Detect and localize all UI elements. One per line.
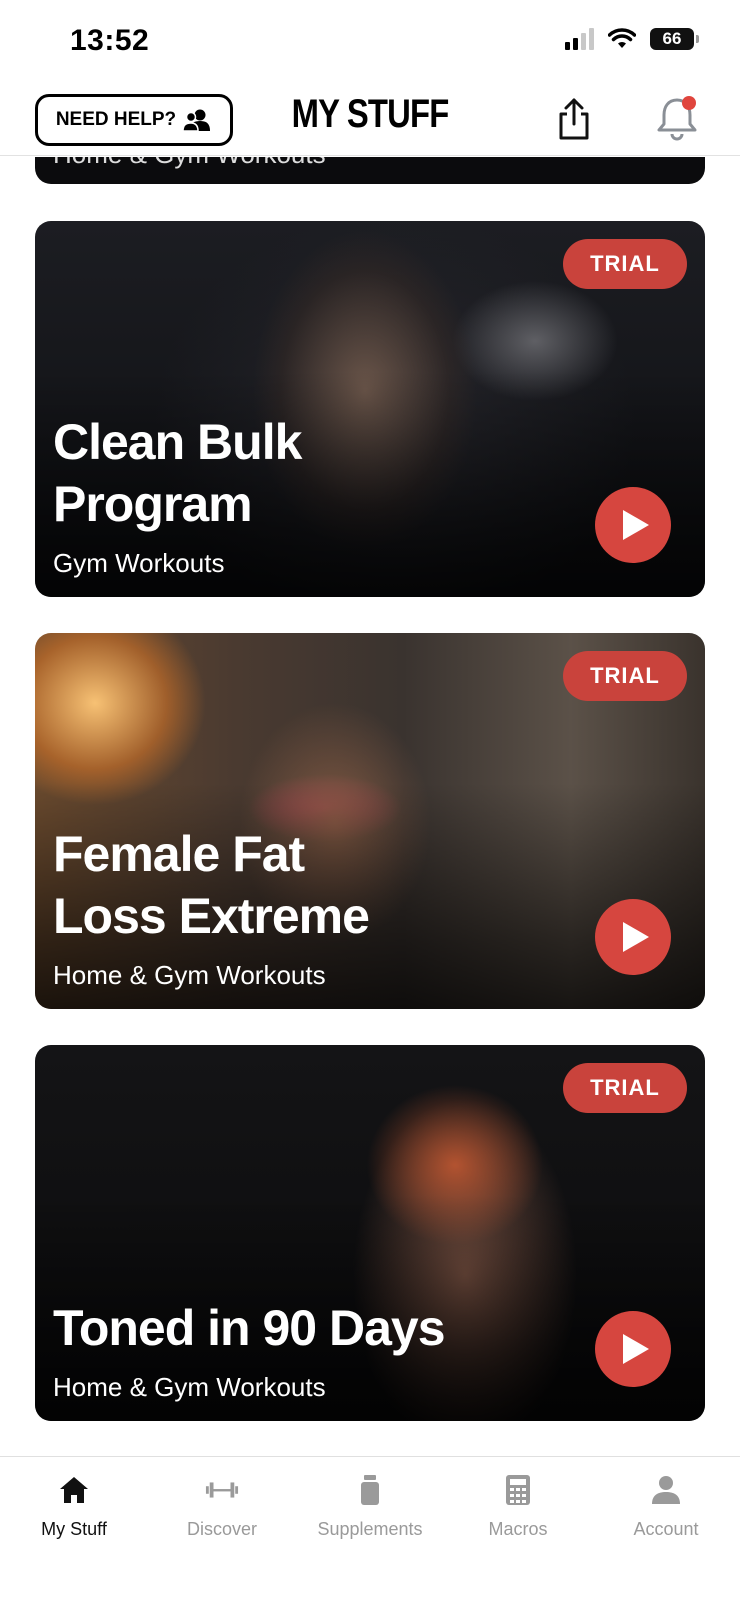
card-subtitle: Home & Gym Workouts — [53, 1372, 326, 1402]
support-people-icon — [182, 109, 211, 132]
trial-badge: TRIAL — [563, 1063, 687, 1113]
calculator-icon — [501, 1473, 535, 1507]
tab-macros[interactable]: Macros — [444, 1457, 592, 1600]
program-card-clean-bulk[interactable]: TRIAL Clean Bulk Program Gym Workouts — [35, 221, 705, 597]
cellular-signal-icon — [565, 28, 594, 50]
program-card-toned-90-days[interactable]: TRIAL Toned in 90 Days Home & Gym Workou… — [35, 1045, 705, 1421]
tab-label: Discover — [186, 1519, 257, 1539]
trial-badge: TRIAL — [563, 239, 687, 289]
card-title: Clean Bulk Program — [53, 414, 302, 532]
trial-badge: TRIAL — [563, 651, 687, 701]
card-subtitle: Gym Workouts — [53, 548, 225, 578]
card-title: Female Fat Loss Extreme — [53, 826, 370, 944]
tab-account[interactable]: Account — [592, 1457, 740, 1600]
play-button[interactable] — [595, 1311, 671, 1387]
home-icon — [57, 1473, 91, 1507]
program-list: Home & Gym Workouts TRIAL Clean Bulk Pro… — [0, 157, 740, 1457]
notifications-button[interactable] — [654, 94, 700, 142]
need-help-button[interactable]: NEED HELP? — [35, 94, 233, 146]
play-icon — [623, 922, 649, 952]
app-header: MY STUFF NEED HELP? — [0, 84, 740, 156]
battery-indicator: 66 — [650, 28, 699, 50]
status-time: 13:52 — [70, 24, 150, 57]
card-subtitle: Home & Gym Workouts — [53, 157, 326, 170]
play-button[interactable] — [595, 899, 671, 975]
program-card-partial[interactable]: Home & Gym Workouts — [35, 157, 705, 184]
tab-my-stuff[interactable]: My Stuff — [0, 1457, 148, 1600]
status-icons: 66 — [565, 28, 699, 50]
wifi-icon — [608, 28, 636, 48]
tab-label: Macros — [488, 1519, 548, 1539]
person-icon — [649, 1473, 683, 1507]
bottom-tab-bar: My Stuff Discover Supplements Macros Acc… — [0, 1456, 740, 1600]
tab-supplements[interactable]: Supplements — [296, 1457, 444, 1600]
program-card-female-fat-loss[interactable]: TRIAL Female Fat Loss Extreme Home & Gym… — [35, 633, 705, 1009]
notification-badge-dot — [682, 96, 696, 110]
tab-discover[interactable]: Discover — [148, 1457, 296, 1600]
tab-label: Supplements — [317, 1519, 423, 1539]
play-button[interactable] — [595, 487, 671, 563]
tab-label: Account — [633, 1519, 699, 1539]
status-bar: 13:52 66 — [0, 0, 740, 84]
card-title: Toned in 90 Days — [53, 1300, 446, 1356]
tab-label: My Stuff — [41, 1519, 107, 1539]
share-button[interactable] — [553, 96, 595, 142]
supplement-bottle-icon — [353, 1473, 387, 1507]
need-help-label: NEED HELP? — [55, 109, 177, 130]
dumbbell-icon — [205, 1473, 239, 1507]
share-icon — [559, 98, 589, 140]
play-icon — [623, 510, 649, 540]
play-icon — [623, 1334, 649, 1364]
card-subtitle: Home & Gym Workouts — [53, 960, 326, 990]
